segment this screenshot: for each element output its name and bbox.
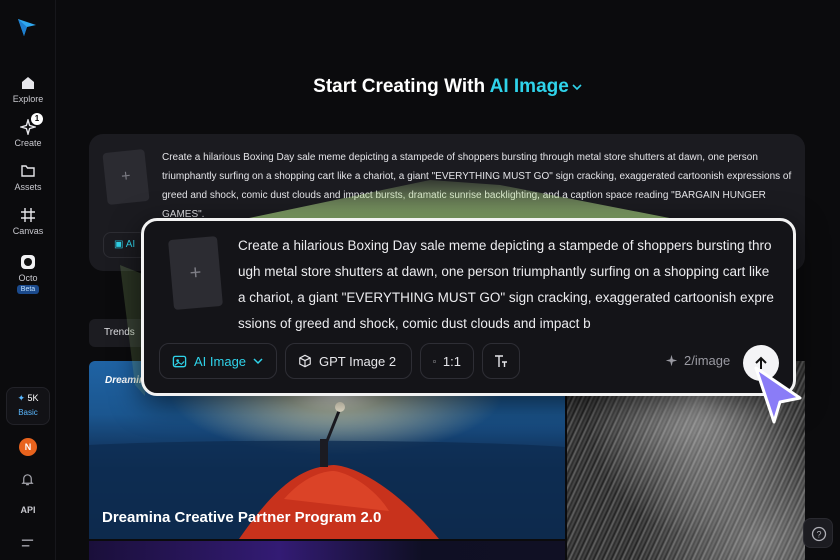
cursor-pointer-icon <box>754 366 802 424</box>
aspect-ratio-button[interactable]: 1:1 <box>420 343 474 379</box>
image-icon <box>172 355 187 367</box>
generation-cost-label: 2/image <box>684 353 731 368</box>
square-ratio-icon <box>433 359 436 363</box>
model-select-label: GPT Image 2 <box>319 353 397 369</box>
model-select-button[interactable]: GPT Image 2 <box>285 343 412 379</box>
cube-icon <box>299 354 311 368</box>
text-style-button[interactable] <box>482 343 520 379</box>
chevron-down-icon <box>253 358 263 365</box>
aspect-ratio-label: 1:1 <box>442 353 461 369</box>
sparkle-icon <box>665 354 678 367</box>
generation-cost: 2/image <box>665 353 730 368</box>
prompt-input[interactable]: Create a hilarious Boxing Day sale meme … <box>238 233 778 337</box>
mode-select-button[interactable]: AI Image <box>159 343 277 379</box>
prompt-box-zoomed[interactable]: + Create a hilarious Boxing Day sale mem… <box>141 218 796 396</box>
text-size-icon <box>495 355 507 367</box>
mode-select-label: AI Image <box>194 353 247 369</box>
reference-upload-button[interactable]: + <box>168 235 223 311</box>
